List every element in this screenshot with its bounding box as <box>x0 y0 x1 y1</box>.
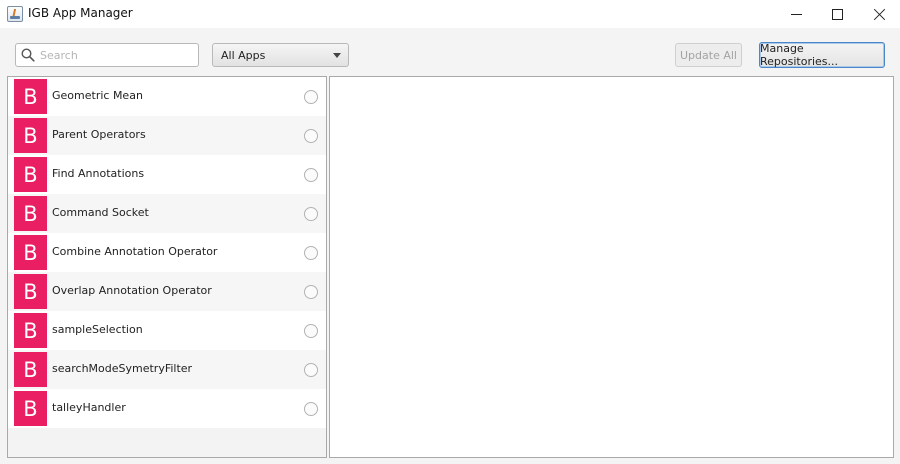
manage-repositories-button[interactable]: Manage Repositories... <box>759 42 885 68</box>
maximize-icon <box>831 8 843 20</box>
minimize-icon <box>790 13 802 15</box>
app-badge-icon: B <box>14 352 47 387</box>
close-icon <box>873 8 886 21</box>
radio-circle-icon[interactable] <box>304 207 318 221</box>
list-item[interactable]: B Parent Operators <box>8 116 326 155</box>
list-item[interactable]: B searchModeSymetryFilter <box>8 350 326 389</box>
window-title: IGB App Manager <box>28 6 133 20</box>
app-badge-icon: B <box>14 157 47 192</box>
app-name: Geometric Mean <box>52 89 143 102</box>
radio-circle-icon[interactable] <box>304 285 318 299</box>
maximize-button[interactable] <box>817 0 857 28</box>
app-name: Combine Annotation Operator <box>52 245 218 258</box>
minimize-button[interactable] <box>776 0 816 28</box>
app-name: searchModeSymetryFilter <box>52 362 193 375</box>
update-all-button[interactable]: Update All <box>675 43 742 67</box>
radio-circle-icon[interactable] <box>304 246 318 260</box>
list-item[interactable]: B talleyHandler <box>8 389 326 428</box>
java-app-icon <box>7 6 23 22</box>
app-badge-icon: B <box>14 274 47 309</box>
radio-circle-icon[interactable] <box>304 168 318 182</box>
search-input[interactable] <box>40 46 195 64</box>
list-item[interactable]: B sampleSelection <box>8 311 326 350</box>
chevron-down-icon <box>333 53 341 58</box>
app-name: talleyHandler <box>52 401 126 414</box>
app-badge-icon: B <box>14 313 47 348</box>
app-filter-value: All Apps <box>221 49 266 62</box>
list-item[interactable]: B Find Annotations <box>8 155 326 194</box>
radio-circle-icon[interactable] <box>304 129 318 143</box>
app-badge-icon: B <box>14 79 47 114</box>
app-badge-icon: B <box>14 391 47 426</box>
app-name: Find Annotations <box>52 167 145 180</box>
app-list[interactable]: B Geometric Mean B Parent Operators B Fi… <box>7 76 327 458</box>
list-item[interactable]: B Combine Annotation Operator <box>8 233 326 272</box>
app-name: Parent Operators <box>52 128 146 141</box>
search-icon <box>21 48 35 62</box>
radio-circle-icon[interactable] <box>304 324 318 338</box>
list-item[interactable]: B Overlap Annotation Operator <box>8 272 326 311</box>
app-name: Overlap Annotation Operator <box>52 284 212 297</box>
app-badge-icon: B <box>14 196 47 231</box>
app-name: Command Socket <box>52 206 149 219</box>
app-name: sampleSelection <box>52 323 143 336</box>
list-item[interactable]: B Geometric Mean <box>8 77 326 116</box>
radio-circle-icon[interactable] <box>304 363 318 377</box>
app-detail-panel <box>329 76 894 458</box>
radio-circle-icon[interactable] <box>304 402 318 416</box>
app-badge-icon: B <box>14 118 47 153</box>
app-filter-select[interactable]: All Apps <box>212 43 349 67</box>
radio-circle-icon[interactable] <box>304 90 318 104</box>
title-bar: IGB App Manager <box>0 0 900 28</box>
list-item[interactable]: B Command Socket <box>8 194 326 233</box>
app-badge-icon: B <box>14 235 47 270</box>
search-box[interactable] <box>15 43 199 67</box>
close-button[interactable] <box>859 0 899 28</box>
